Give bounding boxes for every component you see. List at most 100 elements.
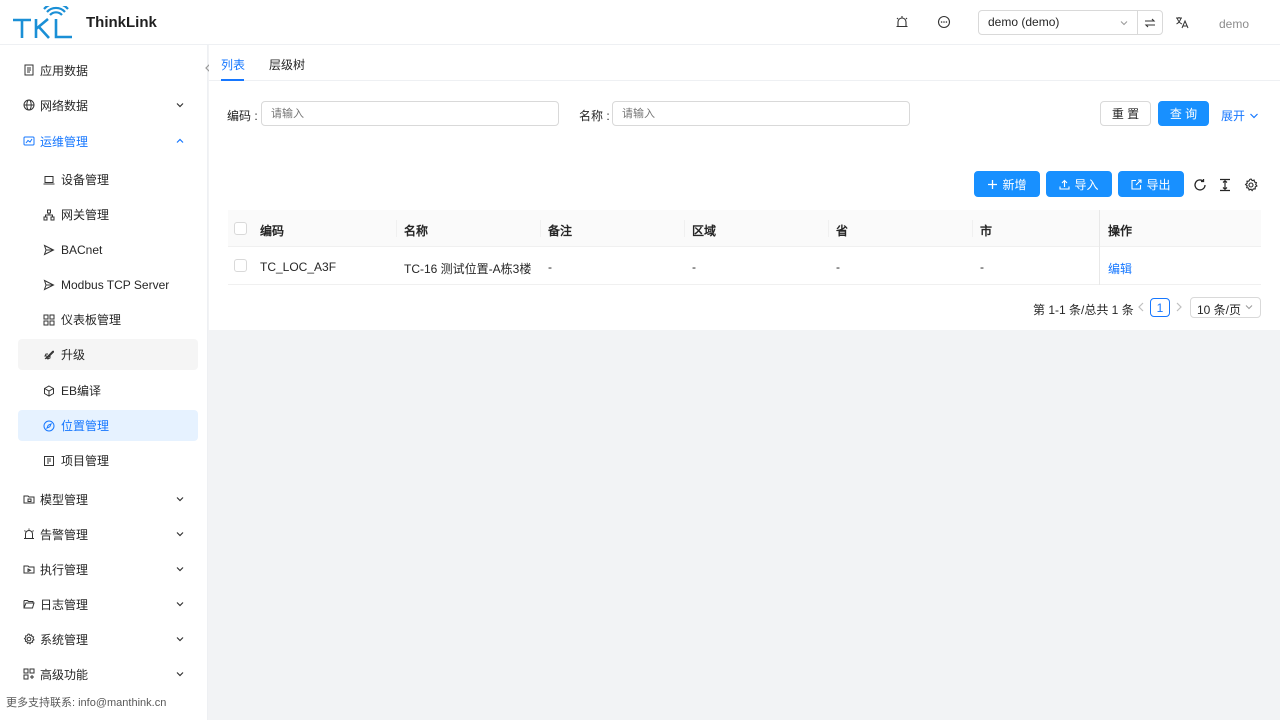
alarm-icon[interactable]: [894, 14, 910, 30]
sidebar-item-label: 应用数据: [40, 63, 89, 78]
select-all-checkbox[interactable]: [234, 222, 247, 235]
column-header-action: 操作: [1108, 224, 1133, 238]
chevron-down-icon: [174, 563, 186, 575]
sidebar-item-model-management[interactable]: 模型管理: [0, 484, 208, 514]
sidebar-item-eb-compile[interactable]: EB编译: [18, 375, 198, 406]
sidebar-item-bacnet[interactable]: BACnet: [18, 234, 198, 265]
upload-icon: [1059, 179, 1071, 190]
expand-label: 展开: [1221, 109, 1246, 123]
sidebar-item-label: Modbus TCP Server: [61, 277, 170, 292]
column-header-name[interactable]: 名称: [404, 222, 428, 239]
sidebar-item-label: 告警管理: [40, 527, 89, 542]
sidebar-item-label: 网关管理: [61, 208, 110, 222]
chevron-down-icon: [1250, 113, 1258, 118]
column-header-remark[interactable]: 备注: [548, 222, 572, 239]
page-number-current[interactable]: 1: [1150, 298, 1170, 317]
tab-list[interactable]: 列表: [221, 56, 245, 73]
column-header-area[interactable]: 区域: [692, 222, 716, 239]
chevron-down-icon: [1119, 17, 1129, 31]
chevron-down-icon: [174, 528, 186, 540]
import-button[interactable]: 导入: [1046, 171, 1112, 197]
folder-icon: [22, 597, 36, 611]
network-icon: [42, 208, 56, 222]
tab-bar: 列表 层级树: [209, 45, 1280, 81]
sidebar: 应用数据 网络数据 运维管理 设备管理 网关管理 BACnet Modbus T…: [0, 45, 208, 720]
plus-icon: [988, 179, 998, 189]
sidebar-item-project-management[interactable]: 项目管理: [18, 445, 198, 476]
chevron-down-icon: [174, 493, 186, 505]
send-icon: [42, 243, 56, 257]
tkl-logo-icon: [13, 6, 72, 39]
export-button[interactable]: 导出: [1118, 171, 1184, 197]
next-page-icon[interactable]: [1175, 302, 1183, 315]
logo[interactable]: [12, 6, 74, 40]
rocket-icon: [42, 348, 56, 362]
ops-icon: [22, 134, 36, 148]
sidebar-item-label: 运维管理: [40, 134, 89, 149]
sidebar-item-label: BACnet: [61, 242, 103, 257]
table-header: 编码 名称 备注 区域 省 市 操作: [228, 210, 1261, 247]
row-checkbox[interactable]: [234, 259, 247, 272]
cell-remark: -: [548, 260, 552, 274]
sidebar-item-device-management[interactable]: 设备管理: [18, 164, 198, 195]
sidebar-item-network-data[interactable]: 网络数据: [0, 90, 208, 120]
sidebar-item-location-management[interactable]: 位置管理: [18, 410, 198, 441]
setting-icon[interactable]: [1243, 177, 1259, 193]
chevron-up-icon: [174, 135, 186, 147]
dashboard-icon: [42, 313, 56, 327]
model-icon: [22, 492, 36, 506]
message-icon[interactable]: [936, 14, 952, 30]
name-input[interactable]: [612, 101, 910, 126]
reload-icon[interactable]: [1192, 177, 1208, 193]
sidebar-item-dashboard-management[interactable]: 仪表板管理: [18, 304, 198, 335]
sidebar-item-modbus-tcp-server[interactable]: Modbus TCP Server: [18, 269, 198, 300]
gear-icon: [22, 632, 36, 646]
sidebar-item-system-management[interactable]: 系统管理: [0, 624, 208, 654]
column-height-icon[interactable]: [1217, 177, 1233, 193]
sidebar-item-label: 位置管理: [61, 419, 110, 433]
reset-button-label: 重 置: [1111, 107, 1140, 121]
sidebar-item-alarm-management[interactable]: 告警管理: [0, 519, 208, 549]
sidebar-item-upgrade[interactable]: 升级: [18, 339, 198, 370]
sidebar-item-label: 升级: [61, 348, 86, 362]
column-header-code[interactable]: 编码: [260, 222, 284, 239]
sidebar-item-label: 项目管理: [61, 454, 110, 468]
sidebar-item-label: 设备管理: [61, 173, 110, 187]
chevron-down-icon: [174, 633, 186, 645]
tenant-select-value: demo (demo): [988, 15, 1060, 29]
name-label: 名称 :: [579, 109, 610, 123]
cube-icon: [42, 384, 56, 398]
user-name[interactable]: demo: [1219, 17, 1249, 31]
code-input[interactable]: [261, 101, 559, 126]
chevron-down-icon: [174, 99, 186, 111]
cell-area: -: [692, 260, 696, 274]
export-button-label: 导出: [1146, 177, 1171, 192]
sidebar-item-log-management[interactable]: 日志管理: [0, 589, 208, 619]
sidebar-item-exec-management[interactable]: 执行管理: [0, 554, 208, 584]
top-header: ThinkLink demo (demo) demo: [0, 0, 1280, 45]
query-button[interactable]: 查 询: [1158, 101, 1209, 126]
column-header-city[interactable]: 市: [980, 222, 992, 239]
sidebar-item-label: 系统管理: [40, 632, 89, 647]
reset-button[interactable]: 重 置: [1100, 101, 1151, 126]
sidebar-item-label: EB编译: [61, 384, 102, 398]
sidebar-item-ops[interactable]: 运维管理: [0, 126, 208, 156]
switch-tenant-button[interactable]: [1137, 10, 1163, 35]
exec-icon: [22, 562, 36, 576]
tenant-select[interactable]: demo (demo): [978, 10, 1138, 35]
edit-link[interactable]: 编辑: [1108, 260, 1132, 277]
tab-hierarchy-tree[interactable]: 层级树: [269, 56, 305, 73]
add-button[interactable]: 新增: [974, 171, 1040, 197]
sidebar-item-app-data[interactable]: 应用数据: [0, 55, 208, 85]
expand-search-link[interactable]: 展开: [1221, 107, 1259, 124]
translate-icon[interactable]: [1174, 14, 1190, 30]
page-size-select[interactable]: 10 条/页: [1190, 297, 1261, 318]
column-header-province[interactable]: 省: [836, 222, 848, 239]
sidebar-item-advanced[interactable]: 高级功能: [0, 659, 208, 689]
tab-active-indicator: [221, 79, 244, 81]
table-row[interactable]: TC_LOC_A3F TC-16 测试位置-A栋3楼 - - - - 编辑: [228, 247, 1261, 285]
prev-page-icon[interactable]: [1137, 302, 1145, 315]
laptop-icon: [42, 173, 56, 187]
sidebar-item-gateway-management[interactable]: 网关管理: [18, 199, 198, 230]
chevron-down-icon: [174, 668, 186, 680]
